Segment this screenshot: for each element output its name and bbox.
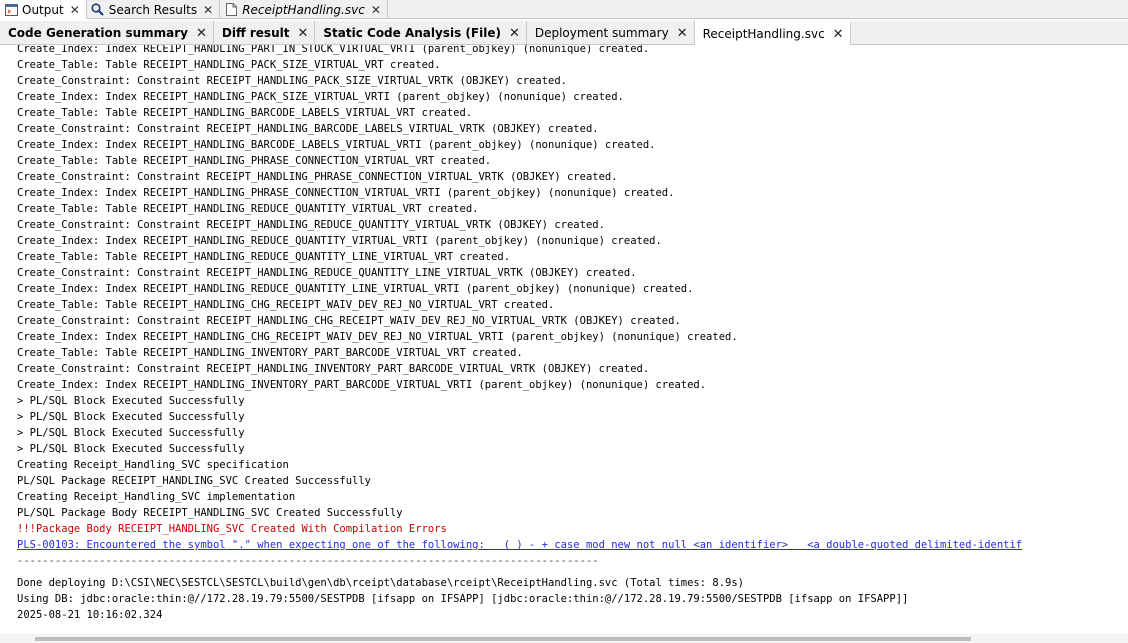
tab-output-label: Output — [22, 2, 64, 17]
output-line: Create_Table: Table RECEIPT_HANDLING_PHR… — [17, 155, 492, 167]
output-line: Create_Table: Table RECEIPT_HANDLING_BAR… — [17, 107, 473, 119]
close-icon[interactable]: ✕ — [833, 27, 844, 42]
output-line: Create_Table: Table RECEIPT_HANDLING_PAC… — [17, 59, 441, 71]
output-line: Creating Receipt_Handling_SVC implementa… — [17, 491, 296, 503]
output-icon — [4, 3, 18, 17]
search-icon — [91, 3, 105, 17]
output-line: Create_Index: Index RECEIPT_HANDLING_PAR… — [17, 45, 650, 55]
output-line: Create_Constraint: Constraint RECEIPT_HA… — [17, 171, 618, 183]
output-line: PL/SQL Package Body RECEIPT_HANDLING_SVC… — [17, 507, 403, 519]
output-line: Create_Constraint: Constraint RECEIPT_HA… — [17, 363, 650, 375]
output-line: Create_Index: Index RECEIPT_HANDLING_CHG… — [17, 331, 738, 343]
close-icon[interactable]: ✕ — [371, 3, 381, 17]
subtab-label: Deployment summary — [534, 26, 669, 40]
error-link-line[interactable]: PLS-00103: Encountered the symbol "." wh… — [17, 537, 1022, 553]
output-line: Create_Table: Table RECEIPT_HANDLING_INV… — [17, 347, 523, 359]
output-line: Create_Constraint: Constraint RECEIPT_HA… — [17, 123, 599, 135]
output-line: Create_Table: Table RECEIPT_HANDLING_CHG… — [17, 299, 555, 311]
error-line: !!!Package Body RECEIPT_HANDLING_SVC Cre… — [17, 523, 447, 535]
close-icon[interactable]: ✕ — [677, 26, 688, 41]
tab-receipthandling-file-label: ReceiptHandling.svc — [242, 2, 365, 17]
subtab-code-generation-summary[interactable]: Code Generation summary ✕ — [0, 21, 214, 45]
output-line: Create_Index: Index RECEIPT_HANDLING_PAC… — [17, 91, 624, 103]
output-line: Create_Table: Table RECEIPT_HANDLING_RED… — [17, 251, 511, 263]
subtab-deployment-summary[interactable]: Deployment summary ✕ — [527, 21, 695, 45]
output-line: Create_Constraint: Constraint RECEIPT_HA… — [17, 75, 567, 87]
output-line: Using DB: jdbc:oracle:thin:@//172.28.19.… — [17, 593, 909, 605]
output-line: Create_Index: Index RECEIPT_HANDLING_INV… — [17, 379, 707, 391]
output-line: Create_Constraint: Constraint RECEIPT_HA… — [17, 267, 637, 279]
output-line: > PL/SQL Block Executed Successfully — [17, 411, 245, 423]
output-line: Create_Constraint: Constraint RECEIPT_HA… — [17, 315, 681, 327]
tab-output[interactable]: Output ✕ — [0, 0, 87, 19]
close-icon[interactable]: ✕ — [196, 26, 207, 41]
file-icon — [224, 3, 238, 17]
output-line: PL/SQL Package RECEIPT_HANDLING_SVC Crea… — [17, 475, 372, 487]
subtab-static-code-analysis[interactable]: Static Code Analysis (File) ✕ — [315, 21, 527, 45]
output-line: Create_Index: Index RECEIPT_HANDLING_RED… — [17, 283, 694, 295]
subtab-label: ReceiptHandling.svc — [702, 27, 825, 41]
output-line: Create_Table: Table RECEIPT_HANDLING_RED… — [17, 203, 479, 215]
output-line: Creating Receipt_Handling_SVC specificat… — [17, 459, 289, 471]
scrollbar-thumb[interactable] — [35, 637, 971, 641]
close-icon[interactable]: ✕ — [70, 3, 80, 17]
output-line: ----------------------------------------… — [17, 555, 599, 567]
subtab-label: Static Code Analysis (File) — [323, 26, 501, 40]
close-icon[interactable]: ✕ — [509, 26, 520, 41]
output-line: Create_Constraint: Constraint RECEIPT_HA… — [17, 219, 605, 231]
tab-receipthandling-file[interactable]: ReceiptHandling.svc ✕ — [220, 0, 388, 19]
output-line: > PL/SQL Block Executed Successfully — [17, 427, 245, 439]
horizontal-scrollbar[interactable] — [0, 634, 1128, 643]
output-line: 2025-08-21 10:16:02.324 — [17, 609, 163, 621]
tab-search-results[interactable]: Search Results ✕ — [87, 0, 221, 19]
output-line: Create_Index: Index RECEIPT_HANDLING_RED… — [17, 235, 662, 247]
top-tab-bar: Output ✕ Search Results ✕ ReceiptHandlin… — [0, 0, 1128, 19]
subtab-label: Code Generation summary — [8, 26, 188, 40]
tab-search-results-label: Search Results — [108, 2, 198, 17]
output-line: Create_Index: Index RECEIPT_HANDLING_PHR… — [17, 187, 675, 199]
close-icon[interactable]: ✕ — [297, 26, 308, 41]
output-console[interactable]: Create_Index: Index RECEIPT_HANDLING_PAR… — [0, 45, 1128, 630]
output-sub-tab-bar: Code Generation summary ✕ Diff result ✕ … — [0, 21, 1128, 45]
subtab-receipthandling-svc[interactable]: ReceiptHandling.svc ✕ — [694, 21, 851, 45]
close-icon[interactable]: ✕ — [203, 3, 213, 17]
subtab-diff-result[interactable]: Diff result ✕ — [214, 21, 316, 45]
subtab-label: Diff result — [221, 26, 290, 40]
output-line: > PL/SQL Block Executed Successfully — [17, 443, 245, 455]
output-line: Done deploying D:\CSI\NEC\SESTCL\SESTCL\… — [17, 577, 744, 589]
output-line: > PL/SQL Block Executed Successfully — [17, 395, 245, 407]
output-line: Create_Index: Index RECEIPT_HANDLING_BAR… — [17, 139, 656, 151]
